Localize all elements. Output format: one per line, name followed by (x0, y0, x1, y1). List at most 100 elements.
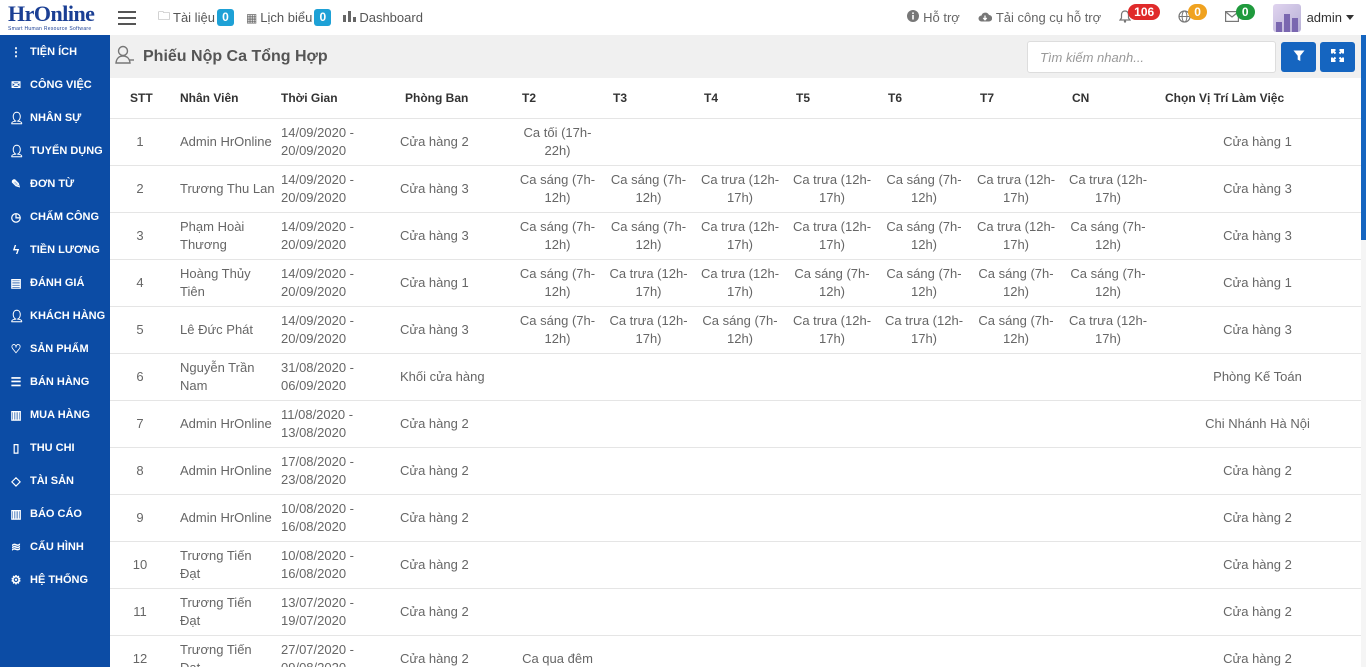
scrollbar-thumb[interactable] (1361, 35, 1366, 240)
sidebar-item-tien-ich[interactable]: ⋮ TIỆN ÍCH (0, 35, 110, 68)
table-row[interactable]: 5 Lê Đức Phát 14/09/2020 - 20/09/2020 Cửa h… (110, 306, 1361, 354)
messages-button[interactable]: 0 (1224, 3, 1255, 26)
sidebar-item-tuyen-dung[interactable]: 👤︎ TUYỂN DỤNG (0, 134, 110, 167)
cell-employee: Nguyễn Trần Nam (170, 353, 275, 401)
cell-t6: Ca sáng (7h-12h) (878, 259, 970, 307)
table-row[interactable]: 6 Nguyễn Trần Nam 31/08/2020 - 06/09/2020 K… (110, 353, 1361, 401)
table-row[interactable]: 12 Trương Tiến Đạt 27/07/2020 - 09/08/2020… (110, 635, 1361, 667)
map-icon: ▥ (10, 407, 22, 422)
sidebar-item-bao-cao[interactable]: ▥ BÁO CÁO (0, 497, 110, 530)
globe-button[interactable]: 0 (1178, 3, 1207, 26)
sidebar-item-label: THU CHI (30, 441, 75, 454)
topnav-documents[interactable]: 🗀 Tài liệu 0 (158, 7, 234, 28)
product-icon: ♡ (10, 341, 22, 356)
cell-t4 (694, 400, 786, 448)
sidebar-item-nhan-su[interactable]: 👤︎ NHÂN SỰ (0, 101, 110, 134)
expand-icon (1331, 49, 1344, 65)
sidebar-item-thu-chi[interactable]: ▯ THU CHI (0, 431, 110, 464)
header-t6[interactable]: T6 (878, 78, 970, 119)
avatar[interactable] (1272, 3, 1301, 32)
header-time[interactable]: Thời Gian (275, 78, 377, 119)
sidebar-item-tai-san[interactable]: ◇ TÀI SẢN (0, 464, 110, 497)
user-menu-name[interactable]: admin (1307, 10, 1342, 25)
cell-department: Cửa hàng 3 (377, 165, 512, 213)
cell-employee: Admin HrOnline (170, 118, 275, 166)
table-row[interactable]: 3 Phạm Hoài Thương 14/09/2020 - 20/09/2020… (110, 212, 1361, 260)
cell-t7: Ca sáng (7h-12h) (970, 259, 1062, 307)
book-icon: ▤ (10, 275, 22, 290)
chevron-down-icon[interactable] (1346, 15, 1354, 20)
header-t7[interactable]: T7 (970, 78, 1062, 119)
table-row[interactable]: 9 Admin HrOnline 10/08/2020 - 16/08/2020 Cử… (110, 494, 1361, 542)
topnav-calendar-label: Lịch biểu (260, 10, 313, 25)
header-t4[interactable]: T4 (694, 78, 786, 119)
cell-t5 (786, 635, 878, 667)
menu-toggle-button[interactable] (118, 10, 136, 25)
sidebar-item-khach-hang[interactable]: 👤︎ KHÁCH HÀNG (0, 299, 110, 332)
lightning-icon: ϟ (12, 242, 20, 257)
cell-t3 (603, 635, 694, 667)
bar-chart-icon (343, 10, 357, 25)
header-t5[interactable]: T5 (786, 78, 878, 119)
cell-t2: Ca tối (17h-22h) (512, 118, 603, 166)
fullscreen-button[interactable] (1320, 42, 1355, 72)
user-icon: 👤︎ (9, 110, 25, 125)
table-row[interactable]: 7 Admin HrOnline 11/08/2020 - 13/08/2020 Cử… (110, 400, 1361, 448)
cell-work-location: Cửa hàng 2 (1154, 541, 1361, 589)
sidebar-item-mua-hang[interactable]: ▥ MUA HÀNG (0, 398, 110, 431)
page-title: Phiếu Nộp Ca Tổng Hợp (115, 45, 328, 69)
search-input[interactable] (1027, 41, 1276, 73)
cell-department: Cửa hàng 2 (377, 541, 512, 589)
cell-t5: Ca sáng (7h-12h) (786, 259, 878, 307)
topnav-dashboard[interactable]: Dashboard (343, 10, 423, 25)
sidebar-item-san-pham[interactable]: ♡ SẢN PHẨM (0, 332, 110, 365)
support-link[interactable]: Hỗ trợ (907, 10, 960, 25)
cell-t6: Ca sáng (7h-12h) (878, 212, 970, 260)
cell-cn (1062, 118, 1154, 166)
diamond-icon: ◇ (11, 473, 21, 488)
cell-t6 (878, 447, 970, 495)
table-row[interactable]: 1 Admin HrOnline 14/09/2020 - 20/09/2020 Cử… (110, 118, 1361, 166)
sidebar-item-cong-viec[interactable]: ✉ CÔNG VIỆC (0, 68, 110, 101)
sidebar-item-danh-gia[interactable]: ▤ ĐÁNH GIÁ (0, 266, 110, 299)
cell-t6: Ca sáng (7h-12h) (878, 165, 970, 213)
cell-employee: Lê Đức Phát (170, 306, 275, 354)
header-stt[interactable]: STT (110, 78, 170, 119)
cell-employee: Trương Thu Lan (170, 165, 275, 213)
topnav-calendar[interactable]: ▦ Lịch biểu 0 (246, 9, 332, 26)
cell-t4 (694, 635, 786, 667)
sidebar-item-ban-hang[interactable]: ☰ BÁN HÀNG (0, 365, 110, 398)
table-row[interactable]: 8 Admin HrOnline 17/08/2020 - 23/08/2020 Cử… (110, 447, 1361, 495)
table-row[interactable]: 2 Trương Thu Lan 14/09/2020 - 20/09/2020 Cử… (110, 165, 1361, 213)
table-row[interactable]: 10 Trương Tiến Đạt 10/08/2020 - 16/08/2020… (110, 541, 1361, 589)
sidebar-item-cham-cong[interactable]: ◷ CHẤM CÔNG (0, 200, 110, 233)
sidebar-item-don-tu[interactable]: ✎ ĐƠN TỪ (0, 167, 110, 200)
top-right-area: Hỗ trợ Tải công cụ hỗ trợ 106 0 0 admin (907, 0, 1366, 35)
notifications-button[interactable]: 106 (1118, 3, 1161, 26)
notifications-count-badge: 106 (1128, 3, 1161, 20)
cell-t2 (512, 447, 603, 495)
cell-work-location: Cửa hàng 3 (1154, 212, 1361, 260)
cell-employee: Trương Tiến Đạt (170, 588, 275, 636)
app-logo[interactable]: HrOnline Smart Human Resource Software (0, 0, 110, 35)
header-t3[interactable]: T3 (603, 78, 694, 119)
sidebar-item-cau-hinh[interactable]: ≋ CẤU HÌNH (0, 530, 110, 563)
filter-button[interactable] (1281, 42, 1316, 72)
cell-t3 (603, 353, 694, 401)
table-row[interactable]: 4 Hoàng Thủy Tiên 14/09/2020 - 20/09/2020 C… (110, 259, 1361, 307)
header-cn[interactable]: CN (1062, 78, 1154, 119)
shift-table-container: STT Nhân Viên Thời Gian Phòng Ban T2 T3 … (110, 78, 1361, 667)
vertical-scrollbar[interactable] (1361, 35, 1366, 667)
cell-t4 (694, 494, 786, 542)
inbox-icon: ✉ (10, 77, 22, 92)
sidebar-item-he-thong[interactable]: ⚙ HỆ THỐNG (0, 563, 110, 596)
cell-t7 (970, 635, 1062, 667)
header-department[interactable]: Phòng Ban (377, 78, 512, 119)
header-t2[interactable]: T2 (512, 78, 603, 119)
page-header: Phiếu Nộp Ca Tổng Hợp (110, 35, 1361, 78)
table-row[interactable]: 11 Trương Tiến Đạt 13/07/2020 - 19/07/2020… (110, 588, 1361, 636)
sidebar-item-tien-luong[interactable]: ϟ TIỀN LƯƠNG (0, 233, 110, 266)
header-work-location[interactable]: Chọn Vị Trí Làm Việc (1154, 78, 1361, 119)
download-tools-link[interactable]: Tải công cụ hỗ trợ (978, 10, 1101, 25)
header-employee[interactable]: Nhân Viên (170, 78, 275, 119)
